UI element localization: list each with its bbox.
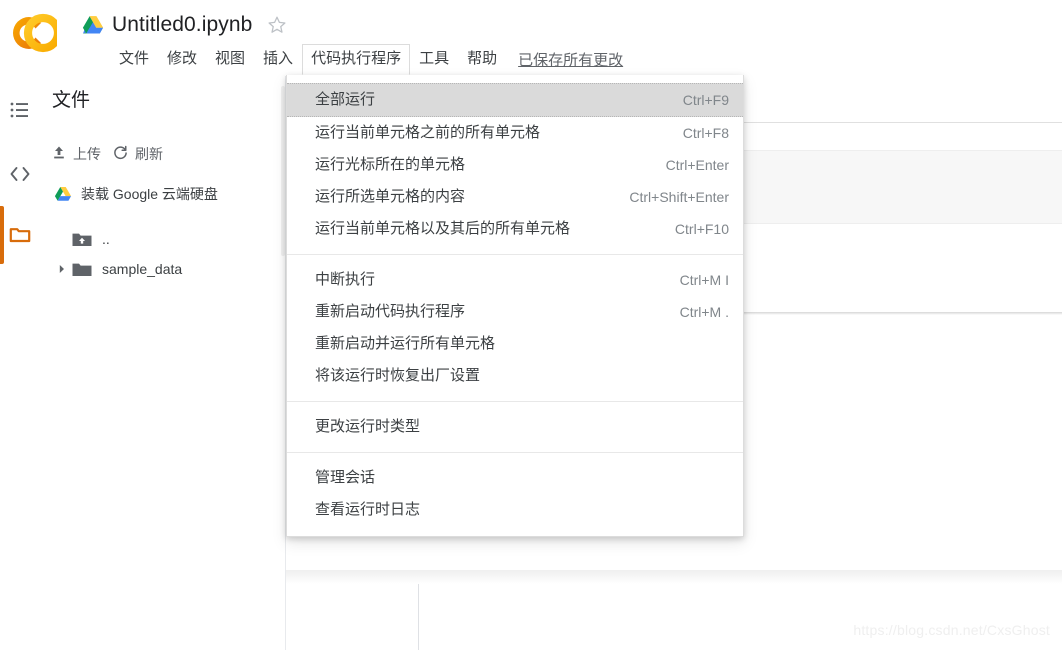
google-drive-icon [82,15,104,35]
upload-label: 上传 [73,146,101,162]
mount-google-drive-button[interactable]: 装载 Google 云端硬盘 [52,181,220,207]
toc-icon[interactable] [6,96,34,124]
menu-item-shortcut: Ctrl+M I [679,272,729,288]
dropdown-group-change-type: 更改运行时类型 [287,409,743,445]
menu-item-label: 全部运行 [315,91,376,108]
menu-item-label: 运行光标所在的单元格 [315,156,466,173]
sidebar-heading: 文件 [52,90,91,111]
save-status[interactable]: 已保存所有更改 [516,44,625,75]
colab-logo[interactable] [13,12,63,54]
menu-item-interrupt[interactable]: 中断执行 Ctrl+M I [287,264,743,296]
folder-icon [72,261,98,277]
sidebar-scrollbar[interactable] [281,86,285,256]
chevron-right-icon[interactable] [52,264,72,274]
menu-bar: 文件 修改 视图 插入 代码执行程序 工具 帮助 已保存所有更改 [110,43,625,75]
dropdown-group-sessions: 管理会话 查看运行时日志 [287,460,743,528]
menu-item-shortcut: Ctrl+Enter [665,157,729,173]
refresh-label: 刷新 [135,146,163,162]
menu-item-label: 运行当前单元格之前的所有单元格 [315,124,541,141]
star-outline-icon[interactable] [266,14,288,36]
dropdown-separator [287,401,743,402]
menu-tools[interactable]: 工具 [410,44,458,74]
menu-item-change-runtime-type[interactable]: 更改运行时类型 [287,411,743,443]
menu-item-shortcut: Ctrl+F9 [682,92,729,108]
menu-item-run-focused-cell[interactable]: 运行光标所在的单元格 Ctrl+Enter [287,149,743,181]
menu-runtime[interactable]: 代码执行程序 [302,43,411,75]
menu-help[interactable]: 帮助 [458,44,506,74]
menu-item-run-selection[interactable]: 运行所选单元格的内容 Ctrl+Shift+Enter [287,181,743,213]
file-tree: .. sample_data [52,224,272,284]
menu-insert[interactable]: 插入 [254,44,302,74]
canvas-vertical-divider [418,584,419,650]
menu-item-shortcut: Ctrl+F10 [674,221,729,237]
app-header: Untitled0.ipynb 文件 修改 视图 插入 代码执行程序 工具 帮助… [0,0,1062,76]
page-title[interactable]: Untitled0.ipynb [112,12,252,38]
menu-item-factory-reset-runtime[interactable]: 将该运行时恢复出厂设置 [287,360,743,392]
dropdown-group-restart: 中断执行 Ctrl+M I 重新启动代码执行程序 Ctrl+M . 重新启动并运… [287,262,743,394]
menu-item-label: 管理会话 [315,469,376,486]
files-icon[interactable] [6,221,34,249]
folder-up-icon [72,231,98,247]
menu-item-label: 查看运行时日志 [315,501,421,518]
menu-item-label: 运行当前单元格以及其后的所有单元格 [315,220,571,237]
tree-item-parent[interactable]: .. [52,224,272,254]
menu-item-run-all[interactable]: 全部运行 Ctrl+F9 [287,83,743,117]
menu-item-label: 中断执行 [315,271,376,288]
left-icon-rail [0,76,40,650]
upload-button[interactable]: 上传 [46,142,107,166]
menu-item-run-before[interactable]: 运行当前单元格之前的所有单元格 Ctrl+F8 [287,117,743,149]
menu-item-label: 重新启动并运行所有单元格 [315,335,496,352]
colab-window: Untitled0.ipynb 文件 修改 视图 插入 代码执行程序 工具 帮助… [0,0,1062,650]
menu-item-shortcut: Ctrl+F8 [682,125,729,141]
document-title-row: Untitled0.ipynb [82,9,288,41]
menu-item-shortcut: Ctrl+Shift+Enter [629,189,729,205]
runtime-dropdown-menu: 全部运行 Ctrl+F9 运行当前单元格之前的所有单元格 Ctrl+F8 运行光… [286,75,744,537]
google-drive-icon [54,186,72,202]
active-rail-indicator [0,206,4,264]
menu-edit[interactable]: 修改 [158,44,206,74]
code-snippets-icon[interactable] [6,160,34,188]
menu-item-label: 将该运行时恢复出厂设置 [315,367,481,384]
menu-item-run-after[interactable]: 运行当前单元格以及其后的所有单元格 Ctrl+F10 [287,213,743,245]
refresh-button[interactable]: 刷新 [107,142,169,166]
mount-drive-label: 装载 Google 云端硬盘 [81,186,218,202]
menu-item-label: 运行所选单元格的内容 [315,188,466,205]
menu-item-shortcut: Ctrl+M . [679,304,729,320]
dropdown-group-run: 全部运行 Ctrl+F9 运行当前单元格之前的所有单元格 Ctrl+F8 运行光… [287,81,743,247]
canvas-band [286,570,1062,584]
upload-icon [52,145,73,163]
dropdown-separator [287,254,743,255]
watermark: https://blog.csdn.net/CxsGhost [853,622,1050,638]
menu-item-label: 重新启动代码执行程序 [315,303,466,320]
refresh-icon [113,145,135,163]
menu-item-view-runtime-logs[interactable]: 查看运行时日志 [287,494,743,526]
menu-view[interactable]: 视图 [206,44,254,74]
dropdown-separator [287,452,743,453]
menu-item-label: 更改运行时类型 [315,418,421,435]
files-sidebar: 文件 上传 刷新 装载 Google 云端硬盘 .. sample_data [40,76,285,650]
menu-item-restart-runtime[interactable]: 重新启动代码执行程序 Ctrl+M . [287,296,743,328]
sidebar-actions: 上传 刷新 [46,142,169,166]
menu-item-manage-sessions[interactable]: 管理会话 [287,462,743,494]
tree-item-label: sample_data [102,261,183,277]
tree-item-label: .. [102,231,110,247]
menu-item-restart-and-run-all[interactable]: 重新启动并运行所有单元格 [287,328,743,360]
menu-file[interactable]: 文件 [110,44,158,74]
tree-item-sample-data[interactable]: sample_data [52,254,272,284]
